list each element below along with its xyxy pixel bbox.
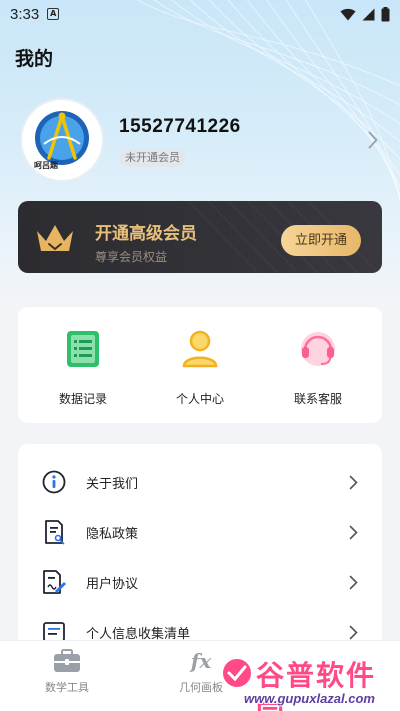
agreement-pen-icon bbox=[43, 570, 66, 594]
quick-action-data-records[interactable]: 数据记录 bbox=[28, 327, 138, 407]
fx-icon: fx bbox=[190, 649, 212, 673]
menu-item-label: 用户协议 bbox=[86, 576, 139, 592]
status-bar: 3:33 A bbox=[0, 0, 400, 28]
settings-menu: 关于我们 隐私政策 用户协议 个人信息收集清单 bbox=[18, 444, 382, 664]
quick-action-personal-center[interactable]: 个人中心 bbox=[145, 327, 255, 407]
watermark-logo-icon bbox=[221, 657, 253, 689]
chevron-right-icon bbox=[349, 525, 358, 539]
vip-title: 开通高级会员 bbox=[95, 224, 197, 244]
document-list-icon bbox=[67, 330, 99, 367]
toolbox-icon bbox=[54, 649, 80, 672]
quick-action-label: 数据记录 bbox=[58, 392, 107, 406]
tab-label: 几何画板 bbox=[179, 681, 223, 694]
vip-open-button[interactable]: 立即开通 bbox=[281, 225, 361, 256]
menu-item-about[interactable]: 关于我们 bbox=[18, 457, 382, 507]
membership-badge: 未开通会员 bbox=[119, 149, 186, 167]
tab-math-tools[interactable]: 数学工具 bbox=[17, 649, 117, 704]
chevron-right-icon bbox=[349, 475, 358, 489]
privacy-key-icon bbox=[45, 520, 65, 545]
menu-item-user-agreement[interactable]: 用户协议 bbox=[18, 557, 382, 607]
menu-item-label: 隐私政策 bbox=[86, 526, 139, 542]
status-time: 3:33 bbox=[10, 5, 40, 23]
profile-chevron-icon[interactable] bbox=[368, 131, 378, 149]
vip-card[interactable]: 开通高级会员 尊享会员权益 立即开通 bbox=[18, 201, 382, 273]
signal-icon bbox=[362, 8, 375, 20]
watermark-url: www.gupuxlazal.com bbox=[244, 691, 375, 706]
avatar[interactable]: 呵吕题 bbox=[20, 98, 104, 182]
info-icon bbox=[42, 470, 66, 494]
headset-icon bbox=[301, 331, 335, 366]
site-watermark: 谷普软件园 www.gupuxlazal.com bbox=[218, 648, 400, 711]
crown-icon bbox=[37, 225, 73, 251]
quick-action-customer-service[interactable]: 联系客服 bbox=[263, 327, 373, 407]
menu-item-privacy[interactable]: 隐私政策 bbox=[18, 507, 382, 557]
chevron-right-icon bbox=[349, 575, 358, 589]
vip-subtitle: 尊享会员权益 bbox=[95, 250, 168, 264]
avatar-caption: 呵吕题 bbox=[34, 161, 58, 170]
notification-icon: A bbox=[47, 8, 60, 20]
tab-label: 数学工具 bbox=[45, 681, 89, 694]
quick-actions-card: 数据记录 个人中心 联系客服 bbox=[18, 307, 382, 423]
user-phone: 15527741226 bbox=[119, 116, 241, 137]
quick-action-label: 个人中心 bbox=[175, 392, 224, 406]
page-title: 我的 bbox=[15, 48, 54, 70]
menu-item-label: 个人信息收集清单 bbox=[86, 626, 191, 642]
battery-icon bbox=[381, 6, 390, 21]
person-icon bbox=[182, 330, 218, 367]
quick-action-label: 联系客服 bbox=[293, 392, 342, 406]
chevron-right-icon bbox=[349, 625, 358, 639]
wifi-icon bbox=[340, 8, 356, 20]
menu-item-label: 关于我们 bbox=[86, 476, 139, 492]
